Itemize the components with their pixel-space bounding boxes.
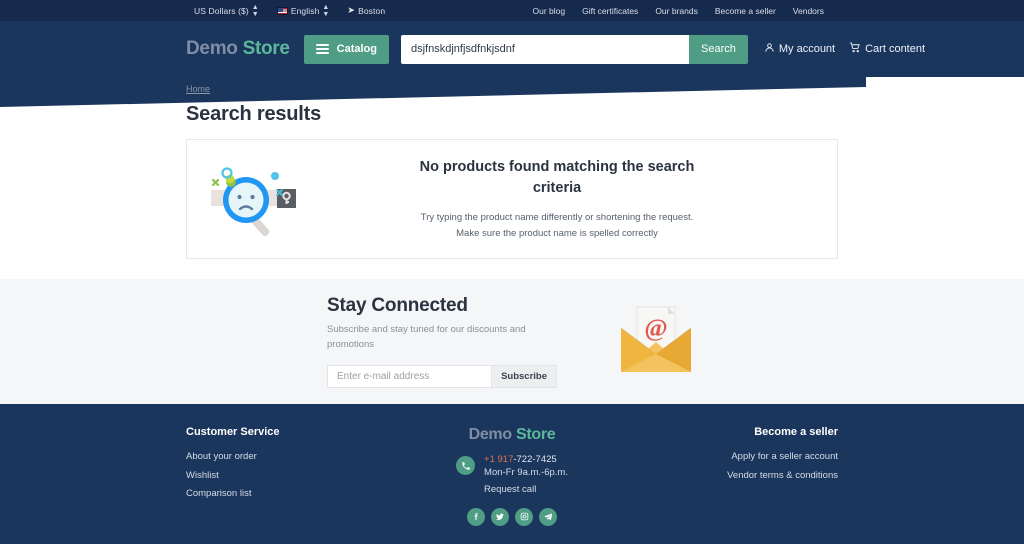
footer-request-call-link[interactable]: Request call xyxy=(484,482,568,497)
footer-seller-column: Become a seller Apply for a seller accou… xyxy=(647,426,838,544)
breadcrumb-home[interactable]: Home xyxy=(186,84,210,94)
footer-link-wishlist[interactable]: Wishlist xyxy=(186,467,377,486)
topbar-link-blog[interactable]: Our blog xyxy=(532,6,565,16)
top-bar-links: Our blog Gift certificates Our brands Be… xyxy=(532,6,824,16)
no-results-hint-line-1: Try typing the product name differently … xyxy=(420,212,694,224)
logo-text-primary: Demo xyxy=(186,38,238,59)
newsletter-text-block: Stay Connected Subscribe and stay tuned … xyxy=(327,295,557,388)
site-logo[interactable]: Demo Store xyxy=(186,38,290,60)
site-footer: Customer Service About your order Wishli… xyxy=(0,404,1024,544)
newsletter-form: Subscribe xyxy=(327,364,557,388)
main-content: No products found matching the search cr… xyxy=(0,139,1024,259)
newsletter-email-input[interactable] xyxy=(327,364,493,388)
newsletter-subscribe-button[interactable]: Subscribe xyxy=(492,364,557,388)
search-input[interactable] xyxy=(401,34,689,64)
header-account-links: My account Cart content xyxy=(764,42,925,56)
location-label: Boston xyxy=(358,5,386,16)
footer-phone-number[interactable]: +1 917-722-7425 xyxy=(484,454,568,465)
currency-label: US Dollars ($) xyxy=(194,5,249,16)
no-results-panel: No products found matching the search cr… xyxy=(186,139,838,259)
topbar-link-vendors[interactable]: Vendors xyxy=(793,6,824,16)
footer-link-about-your-order[interactable]: About your order xyxy=(186,448,377,467)
footer-link-apply-seller-account[interactable]: Apply for a seller account xyxy=(647,448,838,467)
newsletter-illustration: @ xyxy=(615,302,697,381)
instagram-icon[interactable] xyxy=(515,507,533,526)
no-results-hint-line-2: Make sure the product name is spelled co… xyxy=(456,227,658,239)
cart-content-link[interactable]: Cart content xyxy=(849,42,925,56)
footer-social-links xyxy=(377,507,647,526)
chevron-updown-icon: ▲ ▼ xyxy=(251,3,259,18)
footer-link-vendor-terms[interactable]: Vendor terms & conditions xyxy=(647,467,838,486)
footer-logo-text-primary: Demo xyxy=(468,426,513,443)
cart-content-label: Cart content xyxy=(865,43,926,55)
footer-link-comparison-list[interactable]: Comparison list xyxy=(186,485,377,504)
phone-rest: -722-7425 xyxy=(513,454,557,465)
catalog-button-label: Catalog xyxy=(336,43,377,55)
newsletter-section: Stay Connected Subscribe and stay tuned … xyxy=(0,279,1024,404)
currency-selector[interactable]: US Dollars ($) ▲ ▼ xyxy=(194,4,259,18)
footer-business-hours: Mon-Fr 9a.m.-6p.m. xyxy=(484,467,568,478)
logo-text-secondary: Store xyxy=(242,38,290,59)
footer-brand-column: Demo Store +1 917-722-7425 Mon-Fr 9a.m.-… xyxy=(377,426,647,544)
telegram-icon[interactable] xyxy=(539,507,557,526)
facebook-icon[interactable] xyxy=(467,507,485,526)
footer-contact-block: +1 917-722-7425 Mon-Fr 9a.m.-6p.m. Reque… xyxy=(377,454,647,497)
topbar-link-become-a-seller[interactable]: Become a seller xyxy=(715,6,776,16)
topbar-link-gift-certificates[interactable]: Gift certificates xyxy=(582,6,638,16)
topbar-link-our-brands[interactable]: Our brands xyxy=(655,6,698,16)
magnifier-sad-face-icon xyxy=(211,167,296,237)
no-results-message: No products found matching the search cr… xyxy=(317,157,827,240)
location-selector[interactable]: ➤ Boston xyxy=(347,5,385,16)
shopping-cart-icon xyxy=(849,42,861,56)
footer-logo-text-secondary: Store xyxy=(516,426,556,443)
footer-customer-service-column: Customer Service About your order Wishli… xyxy=(186,426,377,544)
my-account-link[interactable]: My account xyxy=(764,42,835,56)
catalog-button[interactable]: Catalog xyxy=(303,34,389,64)
newsletter-subtitle: Subscribe and stay tuned for our discoun… xyxy=(327,324,526,350)
footer-customer-service-title: Customer Service xyxy=(186,426,280,438)
us-flag-icon xyxy=(276,6,288,15)
no-results-illustration xyxy=(197,156,317,242)
footer-seller-title: Become a seller xyxy=(754,426,838,438)
page-title: Search results xyxy=(186,103,322,125)
twitter-icon[interactable] xyxy=(491,507,509,526)
no-results-headline: No products found matching the search cr… xyxy=(419,159,695,197)
phone-prefix: +1 917 xyxy=(484,454,514,465)
top-bar-left-group: US Dollars ($) ▲ ▼ English ▲ ▼ ➤ Boston xyxy=(194,4,385,18)
user-icon xyxy=(764,42,775,56)
search-button[interactable]: Search xyxy=(689,34,748,64)
chevron-updown-icon: ▲ ▼ xyxy=(322,3,330,18)
envelope-email-icon: @ xyxy=(621,306,691,372)
language-selector[interactable]: English ▲ ▼ xyxy=(276,3,330,18)
hamburger-menu-icon xyxy=(315,43,329,55)
footer-logo[interactable]: Demo Store xyxy=(377,426,647,444)
location-arrow-icon: ➤ xyxy=(347,5,356,15)
language-label: English xyxy=(290,5,320,16)
footer-contact-text: +1 917-722-7425 Mon-Fr 9a.m.-6p.m. Reque… xyxy=(484,454,568,497)
newsletter-title: Stay Connected xyxy=(327,295,468,317)
my-account-label: My account xyxy=(778,43,836,55)
phone-icon xyxy=(456,456,476,475)
svg-text:@: @ xyxy=(644,315,667,342)
page-header-block: Home Search results xyxy=(0,79,1024,126)
search-form: Search xyxy=(401,34,748,64)
top-bar: US Dollars ($) ▲ ▼ English ▲ ▼ ➤ Boston Ou… xyxy=(0,0,1024,21)
